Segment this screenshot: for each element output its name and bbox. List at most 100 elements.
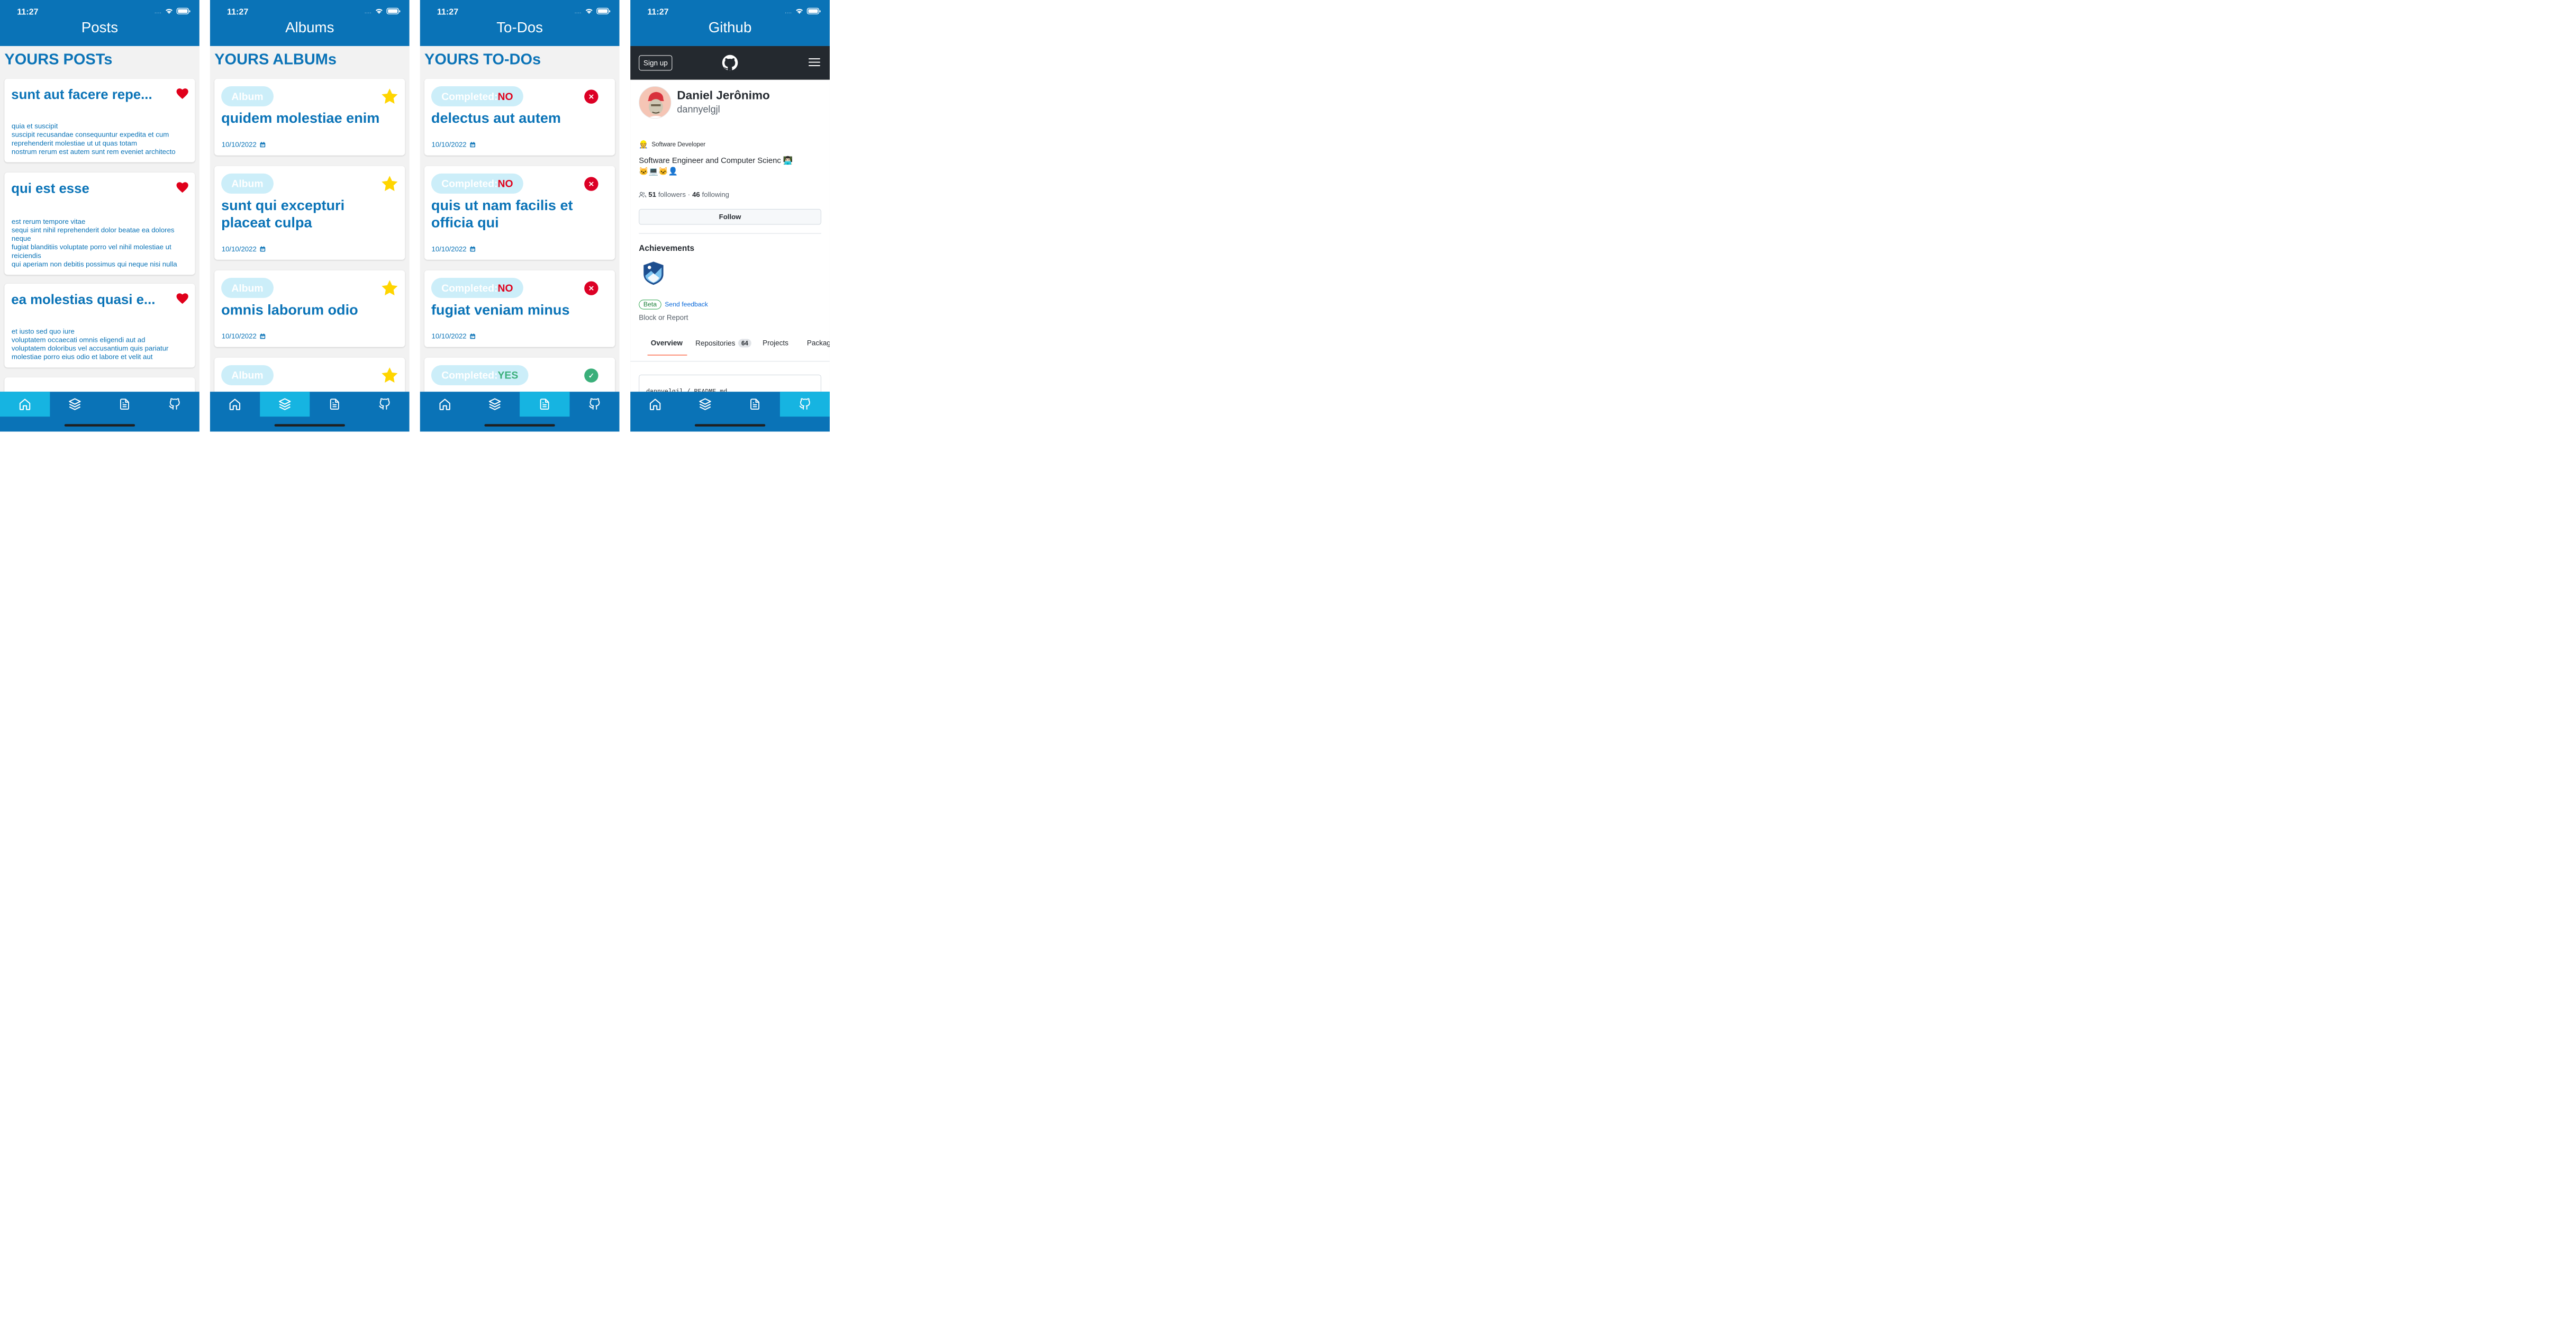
github-screen: 11:27 .... Github Sign up Daniel Jerônim… <box>630 0 830 432</box>
posts-screen: 11:27 .... Posts YOURS POSTs sunt aut fa… <box>0 0 199 432</box>
todo-title: quis ut nam facilis et officia qui <box>431 197 573 231</box>
favorite-heart-icon[interactable] <box>176 182 188 193</box>
profile-bio: Software Engineer and Computer Scienc 👨🏻… <box>639 155 823 176</box>
layers-icon <box>699 397 711 410</box>
app-header: 11:27 .... To-Dos <box>420 0 620 46</box>
post-title: sunt aut facere repe... <box>11 86 152 102</box>
album-date: 10/10/2022 <box>222 141 266 149</box>
album-title: sunt qui excepturi placeat culpa <box>221 197 345 231</box>
post-card[interactable]: ea molestias quasi e... et iusto sed quo… <box>4 283 195 368</box>
page-title: Posts <box>81 19 119 36</box>
avatar[interactable] <box>639 86 672 119</box>
layers-icon <box>68 397 81 410</box>
selected-tab-underline <box>647 354 687 356</box>
wifi-icon <box>795 8 803 14</box>
tab-albums[interactable] <box>680 392 730 417</box>
tab-github[interactable] <box>779 392 830 417</box>
favorite-heart-icon[interactable] <box>176 88 188 99</box>
tab-overview[interactable]: Overview <box>651 339 683 347</box>
github-icon <box>799 398 811 410</box>
divider <box>639 233 821 234</box>
status-time: 11:27 <box>437 7 459 17</box>
date-text: 10/10/2022 <box>221 332 257 340</box>
tab-todos[interactable] <box>520 392 570 417</box>
tab-albums[interactable] <box>470 392 520 417</box>
albums-screen: 11:27 .... Albums YOURS ALBUMs Album qui… <box>210 0 410 432</box>
album-date: 10/10/2022 <box>222 245 266 253</box>
todo-card[interactable]: Completed: NO ✕ delectus aut autem 10/10… <box>424 78 615 156</box>
favorite-heart-icon[interactable] <box>176 293 188 304</box>
hamburger-menu-icon[interactable] <box>809 58 820 68</box>
todo-title: delectus aut autem <box>431 110 561 126</box>
date-text: 10/10/2022 <box>431 140 467 149</box>
profile-name: Daniel Jerônimo <box>677 88 770 102</box>
check-circle-icon[interactable]: ✓ <box>584 368 598 383</box>
todo-date: 10/10/2022 <box>432 141 476 149</box>
signal-dots-icon: .... <box>155 8 162 15</box>
tab-github[interactable] <box>569 392 619 417</box>
todo-date: 10/10/2022 <box>432 332 476 340</box>
tab-albums[interactable] <box>260 392 310 417</box>
tab-todos[interactable] <box>730 392 780 417</box>
signal-dots-icon: .... <box>574 8 582 15</box>
tab-home[interactable] <box>210 392 260 417</box>
album-card[interactable]: Album sunt qui excepturi placeat culpa 1… <box>214 166 405 260</box>
followers-count[interactable]: 51 <box>648 191 656 198</box>
github-icon <box>168 398 180 410</box>
calendar-icon <box>469 142 476 148</box>
todo-card[interactable]: Completed: NO ✕ fugiat veniam minus 10/1… <box>424 270 615 347</box>
send-feedback-link[interactable]: Send feedback <box>665 301 708 309</box>
post-body: quia et suscipit suscipit recusandae con… <box>12 122 188 156</box>
bottom-tab-bar <box>630 392 830 432</box>
post-body-line: voluptatem doloribus vel accusantium qui… <box>11 344 169 352</box>
todo-card[interactable]: Completed: NO ✕ quis ut nam facilis et o… <box>424 166 615 260</box>
todos-screen: 11:27 .... To-Dos YOURS TO-DOs Completed… <box>420 0 620 432</box>
album-card[interactable]: Album quidem molestiae enim 10/10/2022 <box>214 78 405 156</box>
post-body-line: voluptatem occaecati omnis eligendi aut … <box>11 336 146 344</box>
tab-repositories[interactable]: Repositories 64 <box>695 339 751 348</box>
completed-label: Completed: <box>441 282 498 294</box>
follow-button[interactable]: Follow <box>639 209 821 225</box>
section-title: YOURS TO-DOs <box>424 50 541 68</box>
tab-todos[interactable] <box>99 392 149 417</box>
status-time: 11:27 <box>647 7 669 17</box>
followers-label[interactable]: followers <box>658 191 686 198</box>
status-time: 11:27 <box>17 7 39 17</box>
github-logo-icon[interactable] <box>721 54 738 71</box>
post-title: ea molestias quasi e... <box>11 292 156 307</box>
status-icons: .... <box>155 7 191 15</box>
tab-github[interactable] <box>150 392 199 417</box>
people-icon <box>639 192 647 197</box>
close-circle-icon[interactable]: ✕ <box>584 281 598 295</box>
tab-label: Packag <box>806 339 830 347</box>
tab-packages[interactable]: Packag <box>807 339 830 347</box>
star-icon[interactable] <box>381 279 398 296</box>
completed-label: Completed: <box>441 90 498 102</box>
tab-home[interactable] <box>0 392 50 417</box>
tab-todos[interactable] <box>310 392 359 417</box>
post-body-line: est rerum tempore vitae <box>11 217 86 225</box>
tab-home[interactable] <box>630 392 680 417</box>
battery-icon <box>596 7 611 15</box>
album-badge: Album <box>221 173 274 194</box>
close-circle-icon[interactable]: ✕ <box>584 177 598 191</box>
block-or-report-link[interactable]: Block or Report <box>639 313 688 321</box>
star-icon[interactable] <box>381 367 398 383</box>
post-card[interactable]: sunt aut facere repe... quia et suscipit… <box>4 78 195 162</box>
tab-albums[interactable] <box>50 392 99 417</box>
tab-projects[interactable]: Projects <box>763 339 788 347</box>
tab-github[interactable] <box>359 392 409 417</box>
sign-up-button[interactable]: Sign up <box>639 55 673 71</box>
star-icon[interactable] <box>381 175 398 192</box>
following-count[interactable]: 46 <box>692 191 700 198</box>
following-label[interactable]: following <box>702 191 729 198</box>
album-card[interactable]: Album omnis laborum odio 10/10/2022 <box>214 270 405 347</box>
star-icon[interactable] <box>381 88 398 104</box>
achievement-badge-icon[interactable] <box>641 260 665 286</box>
tab-home[interactable] <box>420 392 470 417</box>
close-circle-icon[interactable]: ✕ <box>584 89 598 104</box>
post-card[interactable]: qui est esse est rerum tempore vitae seq… <box>4 172 195 275</box>
bottom-tab-bar <box>210 392 410 432</box>
post-body-line: quia et suscipit <box>11 122 58 130</box>
status-text: Software Developer <box>651 140 706 148</box>
